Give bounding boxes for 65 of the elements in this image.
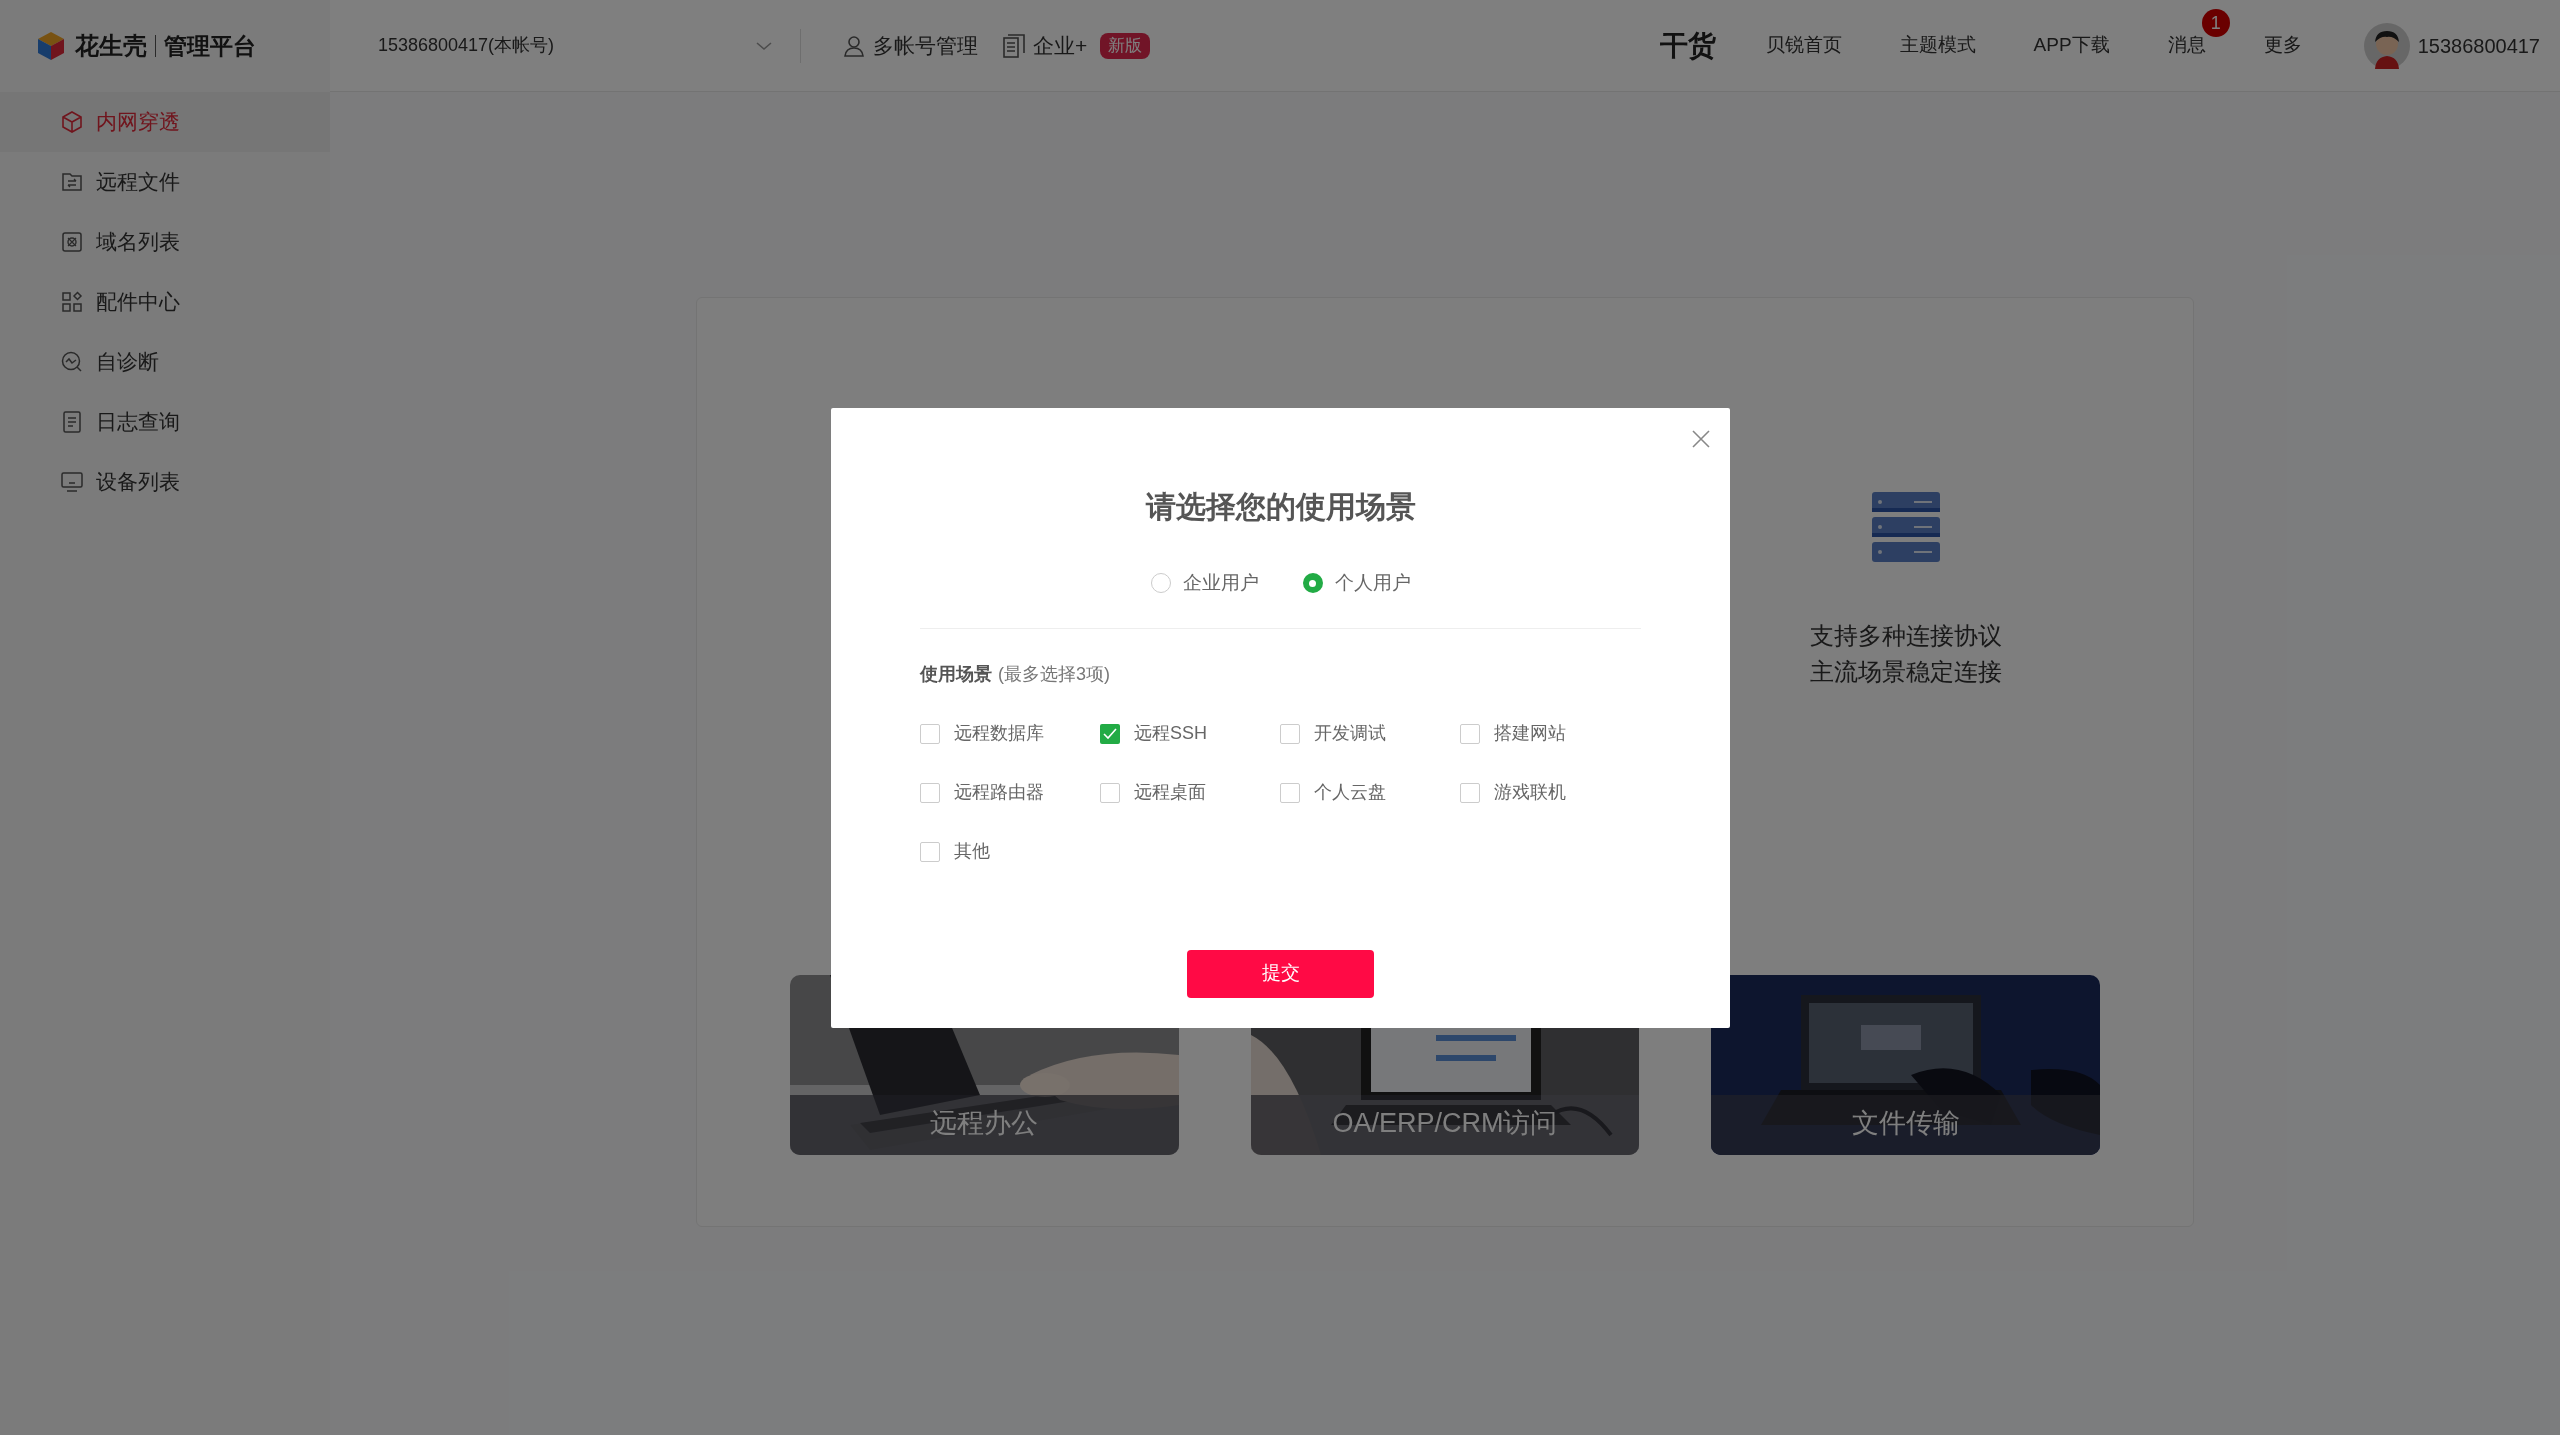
nav-link[interactable]: APP下载 — [2033, 34, 2110, 56]
nav-link[interactable]: 贝锐首页 — [1765, 34, 1842, 56]
sidebar-item[interactable]: 日志查询 — [0, 392, 330, 452]
scenario-caption: OA/ERP/CRM访问 — [1332, 1106, 1558, 1140]
accounts-link[interactable]: 多帐号管理 — [843, 29, 978, 62]
checkbox-option[interactable]: 远程路由器 — [920, 782, 1100, 803]
section-label: 使用场景 — [920, 662, 992, 686]
checkbox[interactable] — [1460, 782, 1480, 803]
user-icon — [843, 34, 865, 57]
document-icon — [1003, 33, 1025, 58]
sidebar-item[interactable]: 设备列表 — [0, 452, 330, 512]
document-icon — [60, 410, 84, 434]
cube-icon — [60, 110, 84, 134]
enterprise-link[interactable]: 企业+ — [1003, 29, 1088, 62]
section-hint: (最多选择3项) — [998, 662, 1110, 686]
radio-button[interactable] — [1302, 573, 1323, 594]
brand-link[interactable]: 干货 — [1659, 24, 1716, 67]
checkbox[interactable] — [920, 841, 940, 862]
chevron-down-icon — [755, 39, 773, 52]
user-name[interactable]: 15386800417 — [2417, 30, 2540, 61]
checkbox-option[interactable]: 个人云盘 — [1280, 782, 1460, 803]
pulse-search-icon — [60, 350, 84, 374]
brand-name: 花生壳 — [75, 31, 147, 61]
grid-icon — [60, 290, 84, 314]
sidebar-item[interactable]: 远程文件 — [0, 152, 330, 212]
checkbox-option[interactable]: 远程数据库 — [920, 723, 1100, 744]
account-select[interactable]: 15386800417(本帐号) — [378, 23, 773, 68]
checkbox-option[interactable]: 开发调试 — [1280, 723, 1460, 744]
product-name: 管理平台 — [164, 31, 256, 61]
submit-button[interactable]: 提交 — [1187, 949, 1374, 998]
sidebar-item[interactable]: 域名列表 — [0, 212, 330, 272]
radio-option[interactable]: 个人用户 — [1302, 569, 1411, 598]
folder-icon — [60, 170, 84, 194]
notification-badge: 1 — [2201, 9, 2230, 38]
new-badge: 新版 — [1100, 32, 1151, 59]
checkbox-option[interactable]: 远程SSH — [1100, 723, 1280, 744]
monitor-icon — [60, 470, 84, 494]
checkbox[interactable] — [1100, 723, 1120, 744]
server-icon — [1869, 490, 1942, 564]
checkbox-option[interactable]: 游戏联机 — [1460, 782, 1640, 803]
checkbox[interactable] — [1280, 782, 1300, 803]
sidebar-item[interactable]: 内网穿透 — [0, 92, 330, 152]
sidebar-item[interactable]: 自诊断 — [0, 332, 330, 392]
sidebar-item[interactable]: 配件中心 — [0, 272, 330, 332]
checkbox-option[interactable]: 远程桌面 — [1100, 782, 1280, 803]
avatar[interactable] — [2363, 22, 2410, 69]
checkbox[interactable] — [1100, 782, 1120, 803]
radio-button[interactable] — [1150, 573, 1171, 594]
radio-option[interactable]: 企业用户 — [1150, 569, 1259, 598]
nav-link[interactable]: 更多 — [2263, 34, 2302, 56]
checkbox[interactable] — [920, 782, 940, 803]
nav-link[interactable]: 主题模式 — [1899, 34, 1976, 56]
scenario-caption: 文件传输 — [1851, 1106, 1960, 1140]
close-icon — [1692, 430, 1710, 448]
dialog-title: 请选择您的使用场景 — [1145, 489, 1416, 525]
checkbox[interactable] — [1460, 723, 1480, 744]
close-button[interactable] — [1690, 428, 1712, 450]
checkbox[interactable] — [1280, 723, 1300, 744]
scenario-caption: 远程办公 — [930, 1106, 1039, 1140]
feature-text: 主流场景稳定连接 — [1809, 657, 2002, 687]
feature-text: 支持多种连接协议 — [1809, 621, 2002, 651]
checkbox[interactable] — [920, 723, 940, 744]
checkbox-option[interactable]: 搭建网站 — [1460, 723, 1640, 744]
checkbox-option[interactable]: 其他 — [920, 841, 1100, 862]
logo-icon — [35, 30, 67, 62]
